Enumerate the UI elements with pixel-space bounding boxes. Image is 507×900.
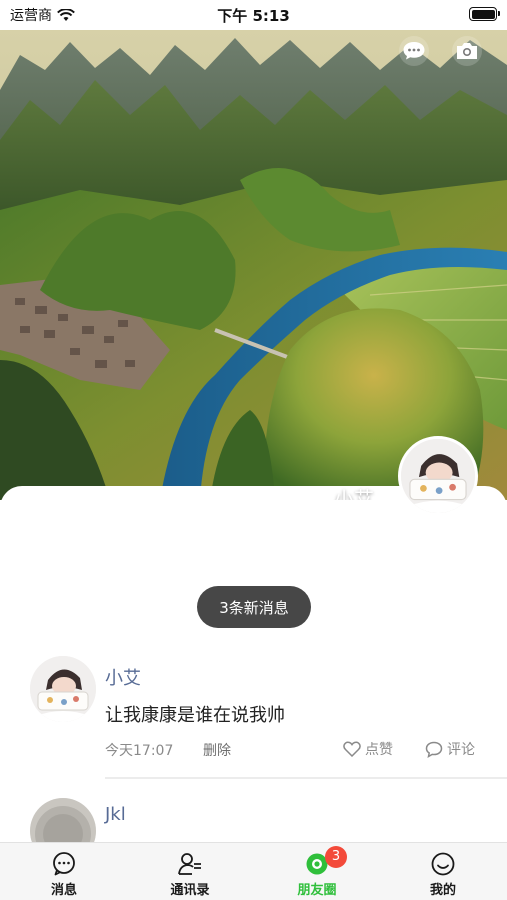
avatar-image	[401, 439, 475, 513]
post-author-avatar[interactable]	[30, 656, 96, 722]
chat-icon	[53, 852, 75, 876]
comment-label: 评论	[447, 742, 475, 758]
like-button[interactable]: 点赞	[343, 739, 393, 759]
tab-me[interactable]: 我的	[393, 843, 493, 900]
bottom-tab-bar: 消息 通讯录 3 朋友圈 我的	[0, 842, 507, 900]
status-bar: 运营商 下午 5:13	[0, 0, 507, 30]
like-label: 点赞	[365, 742, 393, 758]
tab-messages[interactable]: 消息	[14, 843, 114, 900]
moments-feed: 3条新消息 小艾 让我康康是谁在说我帅 今天17:07 删除 点赞 评论 Jkl	[0, 486, 507, 900]
post-divider	[105, 777, 507, 779]
tab-label: 消息	[50, 883, 77, 898]
tab-label: 通讯录	[170, 883, 210, 898]
cover-image[interactable]: 小艾	[0, 30, 507, 500]
comment-button[interactable]: 评论	[425, 739, 475, 759]
messages-button[interactable]	[399, 36, 429, 66]
smile-icon	[431, 852, 455, 876]
chat-bubble-icon	[403, 42, 425, 60]
notification-badge: 3	[325, 846, 347, 868]
post-author-name[interactable]: 小艾	[105, 664, 141, 690]
cover-user-name[interactable]: 小艾	[334, 483, 374, 500]
heart-icon	[343, 741, 361, 757]
battery-icon	[469, 7, 500, 21]
tab-label: 朋友圈	[297, 883, 337, 898]
post-author-name[interactable]: Jkl	[105, 804, 126, 825]
contacts-icon	[178, 853, 201, 875]
cover-user-avatar[interactable]	[398, 436, 478, 516]
landscape-illustration	[0, 30, 507, 500]
avatar-image	[30, 656, 96, 722]
delete-button[interactable]: 删除	[203, 740, 231, 760]
post-time: 今天17:07	[105, 743, 174, 759]
status-time: 下午 5:13	[217, 7, 290, 25]
post-content: 让我康康是谁在说我帅	[105, 705, 285, 726]
moments-screen: 运营商 下午 5:13 小艾 3条新消息 小艾 让我康康是谁在说我帅 今天17:…	[0, 0, 507, 900]
tab-label: 我的	[429, 883, 456, 898]
tab-moments[interactable]: 3 朋友圈	[267, 843, 367, 900]
post-meta: 今天17:07 删除	[105, 740, 231, 760]
comment-icon	[425, 741, 443, 758]
tab-contacts[interactable]: 通讯录	[140, 843, 240, 900]
camera-icon	[457, 43, 477, 59]
camera-button[interactable]	[452, 36, 482, 66]
new-messages-pill[interactable]: 3条新消息	[197, 586, 311, 628]
